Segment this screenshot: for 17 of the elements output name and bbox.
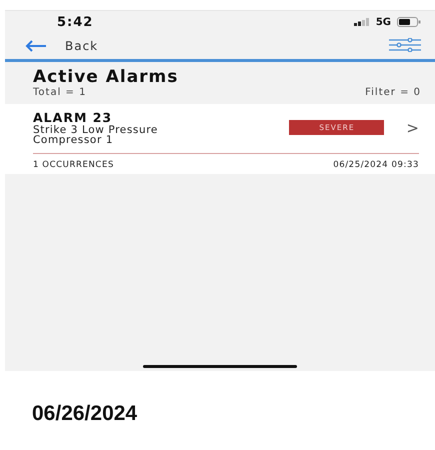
total-count: Total = 1	[33, 87, 86, 98]
filter-count: Filter = 0	[365, 87, 421, 98]
status-time: 5:42	[57, 14, 94, 30]
back-button[interactable]: Back	[25, 39, 98, 53]
chevron-button[interactable]: >	[406, 118, 419, 136]
network-label: 5G	[376, 16, 391, 28]
date-caption: 06/26/2024	[32, 402, 138, 425]
alarm-timestamp: 06/25/2024 09:33	[333, 160, 419, 170]
sliders-icon	[389, 38, 421, 52]
alarm-description: Strike 3 Low Pressure Compressor 1	[33, 125, 159, 145]
page-title: Active Alarms	[33, 67, 180, 87]
back-arrow-icon	[25, 40, 47, 52]
signal-icon	[354, 18, 370, 26]
filter-button[interactable]	[389, 38, 421, 54]
alarm-name: ALARM 23	[33, 110, 114, 125]
occurrence-count: 1 OCCURRENCES	[33, 160, 114, 170]
battery-icon	[397, 17, 421, 27]
